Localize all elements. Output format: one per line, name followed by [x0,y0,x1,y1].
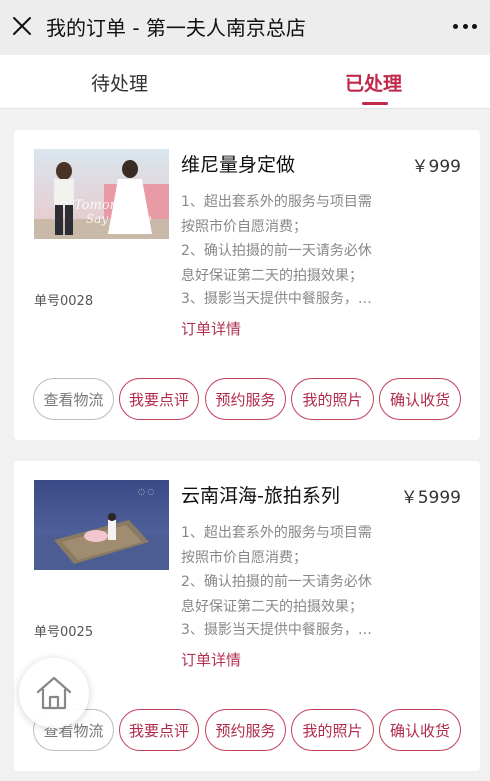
product-description-tail: 3、摄影当天提供中餐服务，… [181,618,399,644]
home-button[interactable] [19,658,89,728]
write-review-button[interactable]: 我要点评 [119,378,199,420]
action-buttons: 查看物流 我要点评 预约服务 我的照片 确认收货 [33,378,463,420]
product-price: ￥999 [411,157,461,177]
view-logistics-button[interactable]: 查看物流 [33,378,114,420]
more-dots-icon [453,23,458,29]
top-bar: 我的订单 - 第一夫人南京总店 [0,0,490,55]
book-service-button[interactable]: 预约服务 [205,709,286,751]
product-thumbnail[interactable]: Tomorrow Say awhile [34,149,169,239]
description-line: 1、超出套系外的服务与项目需 [181,194,372,210]
order-card: ◌ ◌ 单号0025 云南洱海-旅拍系列 ￥5999 1、超出套系外的服务与项目… [14,461,480,771]
description-line: 3、摄影当天提供中餐服务，… [181,622,372,638]
home-icon [36,676,72,710]
product-title: 维尼量身定做 [181,154,296,176]
write-review-button[interactable]: 我要点评 [119,709,199,751]
description-line: 按照市价自愿消费； [181,218,307,235]
description-line: 3、摄影当天提供中餐服务，… [181,291,372,307]
description-line: 息好保证第二天的拍摄效果； [181,598,363,615]
svg-text:◌ ◌: ◌ ◌ [138,487,155,496]
order-tabs: 待处理 已处理 [0,55,490,109]
close-button[interactable] [8,12,36,40]
product-thumbnail[interactable]: ◌ ◌ [34,480,169,570]
description-line: 1、超出套系外的服务与项目需 [181,525,372,541]
order-number: 单号0028 [34,294,94,309]
book-service-button[interactable]: 预约服务 [205,378,286,420]
description-line: 按照市价自愿消费； [181,549,307,566]
more-dot [472,23,477,29]
description-line: 2、确认拍摄的前一天请务必休 [181,574,372,590]
tab-processed[interactable]: 已处理 [345,69,402,96]
more-dot [462,23,468,29]
svg-text:Say awhile: Say awhile [86,212,152,226]
my-photos-button[interactable]: 我的照片 [291,709,374,751]
close-icon [13,17,31,35]
description-line: 息好保证第二天的拍摄效果； [181,267,363,284]
order-detail-link[interactable]: 订单详情 [181,318,241,339]
tab-pending[interactable]: 待处理 [91,69,148,96]
product-description: 1、超出套系外的服务与项目需 按照市价自愿消费； 2、确认拍摄的前一天请务必休 … [181,521,399,619]
order-card: Tomorrow Say awhile 单号0028 维尼量身定做 ￥999 1… [14,130,480,440]
my-photos-button[interactable]: 我的照片 [291,378,374,420]
action-buttons: 查看物流 我要点评 预约服务 我的照片 确认收货 [33,709,463,751]
confirm-receipt-button[interactable]: 确认收货 [379,709,461,751]
thumbnail-overlay-text: Tomorrow [74,198,141,213]
confirm-receipt-button[interactable]: 确认收货 [379,378,461,420]
more-options-button[interactable] [450,13,480,39]
active-tab-indicator [362,102,388,105]
product-description: 1、超出套系外的服务与项目需 按照市价自愿消费； 2、确认拍摄的前一天请务必休 … [181,190,399,288]
product-description-tail: 3、摄影当天提供中餐服务，… [181,287,399,313]
order-number: 单号0025 [34,625,94,640]
page-title: 我的订单 - 第一夫人南京总店 [46,16,306,40]
order-detail-link[interactable]: 订单详情 [181,649,241,670]
product-title: 云南洱海-旅拍系列 [181,485,340,507]
description-line: 2、确认拍摄的前一天请务必休 [181,243,372,259]
product-price: ￥5999 [400,488,461,508]
